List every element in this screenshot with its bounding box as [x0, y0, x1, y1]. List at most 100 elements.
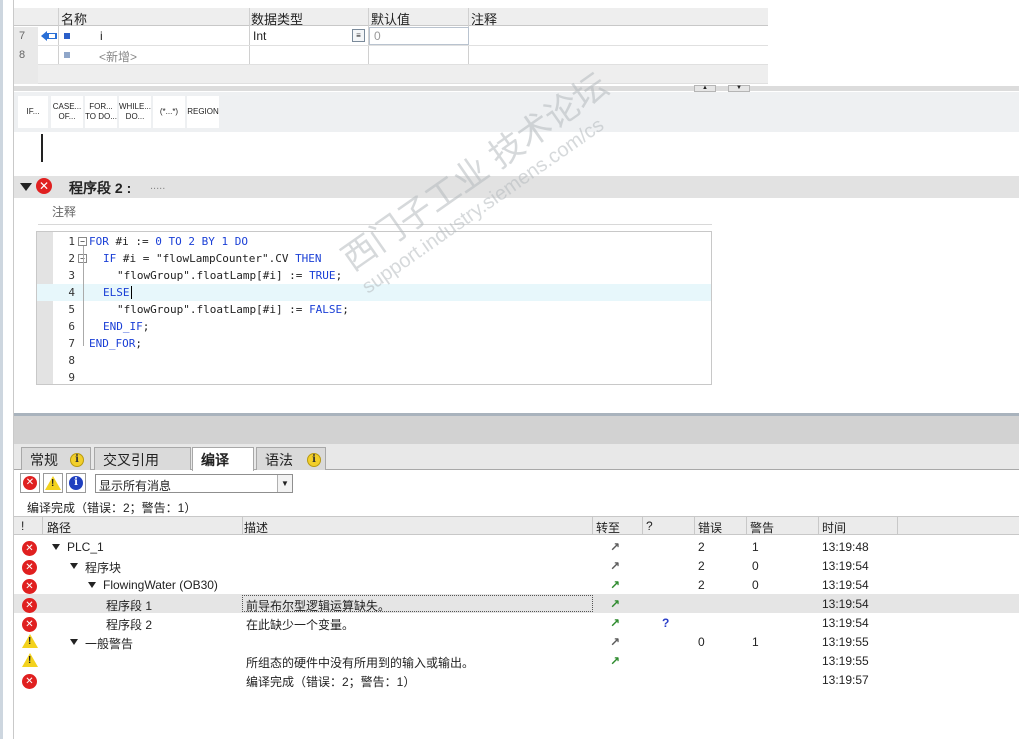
- error-icon: ✕: [23, 476, 37, 490]
- col-header-warnings: 警告: [750, 521, 775, 535]
- collapse-arrow-icon[interactable]: [20, 183, 32, 191]
- case-of-button[interactable]: CASE... OF...: [51, 96, 83, 128]
- warning-count: 1: [752, 635, 759, 649]
- filter-errors-button[interactable]: ✕: [20, 473, 40, 493]
- expand-arrow-icon[interactable]: [70, 563, 78, 569]
- error-count: 2: [698, 578, 705, 592]
- left-edge-bar: [0, 0, 14, 739]
- network-subtitle[interactable]: .....: [150, 180, 165, 192]
- code-line-current[interactable]: 4 ELSE: [37, 284, 711, 301]
- message-filter-select[interactable]: 显示所有消息 ▼: [95, 474, 293, 493]
- chevron-down-icon[interactable]: ▼: [277, 475, 292, 492]
- instruction-toolbar: IF... CASE... OF... FOR... TO DO... WHILE.…: [14, 92, 1019, 132]
- var-type[interactable]: Int: [253, 29, 266, 43]
- if-button[interactable]: IF...: [18, 96, 48, 128]
- var-row-new[interactable]: 8 <新增>: [14, 46, 768, 65]
- code-line[interactable]: 2 − IF #i = "flowLampCounter".CV THEN: [37, 250, 711, 267]
- code-line[interactable]: 8: [37, 352, 711, 369]
- code-line[interactable]: 6 END_IF;: [37, 318, 711, 335]
- row-number: 8: [14, 46, 38, 65]
- result-row[interactable]: ✕ 编译完成（错误：2；警告：1） 13:19:57: [14, 670, 1019, 689]
- result-path: 一般警告: [85, 637, 134, 651]
- warning-icon: !: [45, 476, 61, 490]
- inspector-header: [14, 416, 1019, 444]
- expand-down-icon[interactable]: ▼: [728, 85, 750, 92]
- tab-compile[interactable]: 编译: [192, 447, 254, 471]
- result-time: 13:19:54: [822, 597, 869, 611]
- variable-square-icon: [64, 52, 70, 58]
- code-line[interactable]: 3 "flowGroup".floatLamp[#i] := TRUE;: [37, 267, 711, 284]
- result-time: 13:19:48: [822, 540, 869, 554]
- error-icon: ✕: [36, 178, 52, 194]
- comment-label: 注释: [52, 205, 77, 219]
- tab-syntax[interactable]: 语法 i: [256, 447, 326, 470]
- while-do-button[interactable]: WHILE... DO...: [119, 96, 151, 128]
- tab-general[interactable]: 常规 i: [21, 447, 91, 470]
- col-header-description: 描述: [244, 521, 269, 535]
- result-row[interactable]: ✕ 程序段 1 前导布尔型逻辑运算缺失。 ↗ 13:19:54: [14, 594, 1019, 613]
- code-line[interactable]: 7 END_FOR;: [37, 335, 711, 352]
- var-table-header: 名称 数据类型 默认值 注释: [14, 8, 768, 27]
- error-count: 2: [698, 559, 705, 573]
- goto-arrow-icon[interactable]: ↗: [610, 540, 620, 554]
- row-number: 7: [14, 27, 38, 46]
- goto-arrow-icon[interactable]: ↗: [610, 616, 620, 630]
- info-icon: i: [70, 453, 84, 467]
- tab-cross-reference[interactable]: 交叉引用: [94, 447, 191, 470]
- goto-arrow-icon[interactable]: ↗: [610, 654, 620, 668]
- collapse-up-icon[interactable]: ▲: [694, 85, 716, 92]
- var-row-empty: [14, 65, 768, 84]
- col-divider: [242, 516, 243, 535]
- error-count: 2: [698, 540, 705, 554]
- add-new-row[interactable]: <新增>: [99, 48, 137, 65]
- info-icon: i: [69, 476, 83, 490]
- var-name[interactable]: i: [100, 29, 103, 43]
- col-header-help: ?: [646, 519, 653, 533]
- default-value-field[interactable]: 0: [369, 27, 469, 45]
- variable-square-icon: [64, 33, 70, 39]
- result-row[interactable]: ! 一般警告 ↗ 0 1 13:19:55: [14, 632, 1019, 651]
- result-path: FlowingWater (OB30): [103, 578, 218, 592]
- col-divider: [592, 516, 593, 535]
- result-row[interactable]: ✕ 程序段 2 在此缺少一个变量。 ↗? 13:19:54: [14, 613, 1019, 632]
- result-path: PLC_1: [67, 540, 104, 554]
- expand-arrow-icon[interactable]: [52, 544, 60, 550]
- network-comment[interactable]: 注释: [38, 199, 712, 225]
- warning-count: 0: [752, 559, 759, 573]
- col-header-comment: 注释: [471, 12, 498, 27]
- for-to-do-button[interactable]: FOR... TO DO...: [85, 96, 117, 128]
- inspector-tabs: 常规 i 交叉引用 编译 语法 i: [14, 444, 1019, 471]
- col-header-status: !: [21, 519, 25, 533]
- expand-arrow-icon[interactable]: [70, 639, 78, 645]
- result-description: 所组态的硬件中没有所用到的输入或输出。: [246, 656, 475, 670]
- help-icon[interactable]: ?: [662, 616, 669, 630]
- filter-warnings-button[interactable]: !: [43, 473, 63, 493]
- network-2-header[interactable]: ✕ 程序段 2 : .....: [14, 176, 1019, 198]
- col-divider: [642, 516, 643, 535]
- code-line[interactable]: 5 "flowGroup".floatLamp[#i] := FALSE;: [37, 301, 711, 318]
- col-header-goto: 转至: [596, 521, 621, 535]
- result-row[interactable]: ! 所组态的硬件中没有所用到的输入或输出。 ↗ 13:19:55: [14, 651, 1019, 670]
- result-row[interactable]: ✕ FlowingWater (OB30) ↗ 2 0 13:19:54: [14, 575, 1019, 594]
- splitter[interactable]: [14, 86, 1019, 91]
- code-line[interactable]: 1 − FOR #i := 0 TO 2 BY 1 DO: [37, 233, 711, 250]
- region-button[interactable]: REGION: [187, 96, 219, 128]
- col-header-default: 默认值: [371, 12, 411, 27]
- goto-arrow-icon[interactable]: ↗: [610, 635, 620, 649]
- result-time: 13:19:55: [822, 654, 869, 668]
- result-row[interactable]: ✕ 程序块 ↗ 2 0 13:19:54: [14, 556, 1019, 575]
- col-divider: [694, 516, 695, 535]
- filter-info-button[interactable]: i: [66, 473, 86, 493]
- result-path: 程序块: [85, 561, 122, 575]
- comment-button[interactable]: (*...*): [153, 96, 185, 128]
- result-path: 程序段 1: [106, 599, 153, 613]
- goto-arrow-icon[interactable]: ↗: [610, 559, 620, 573]
- goto-arrow-icon[interactable]: ↗: [610, 597, 620, 611]
- result-row[interactable]: ✕ PLC_1 ↗ 2 1 13:19:48: [14, 537, 1019, 556]
- scl-code-editor[interactable]: 1 − FOR #i := 0 TO 2 BY 1 DO 2 − IF #i =…: [36, 231, 712, 385]
- goto-arrow-icon[interactable]: ↗: [610, 578, 620, 592]
- expand-arrow-icon[interactable]: [88, 582, 96, 588]
- code-line[interactable]: 9: [37, 369, 711, 386]
- type-picker-icon[interactable]: ≡: [352, 29, 365, 42]
- result-description: 前导布尔型逻辑运算缺失。: [246, 599, 391, 613]
